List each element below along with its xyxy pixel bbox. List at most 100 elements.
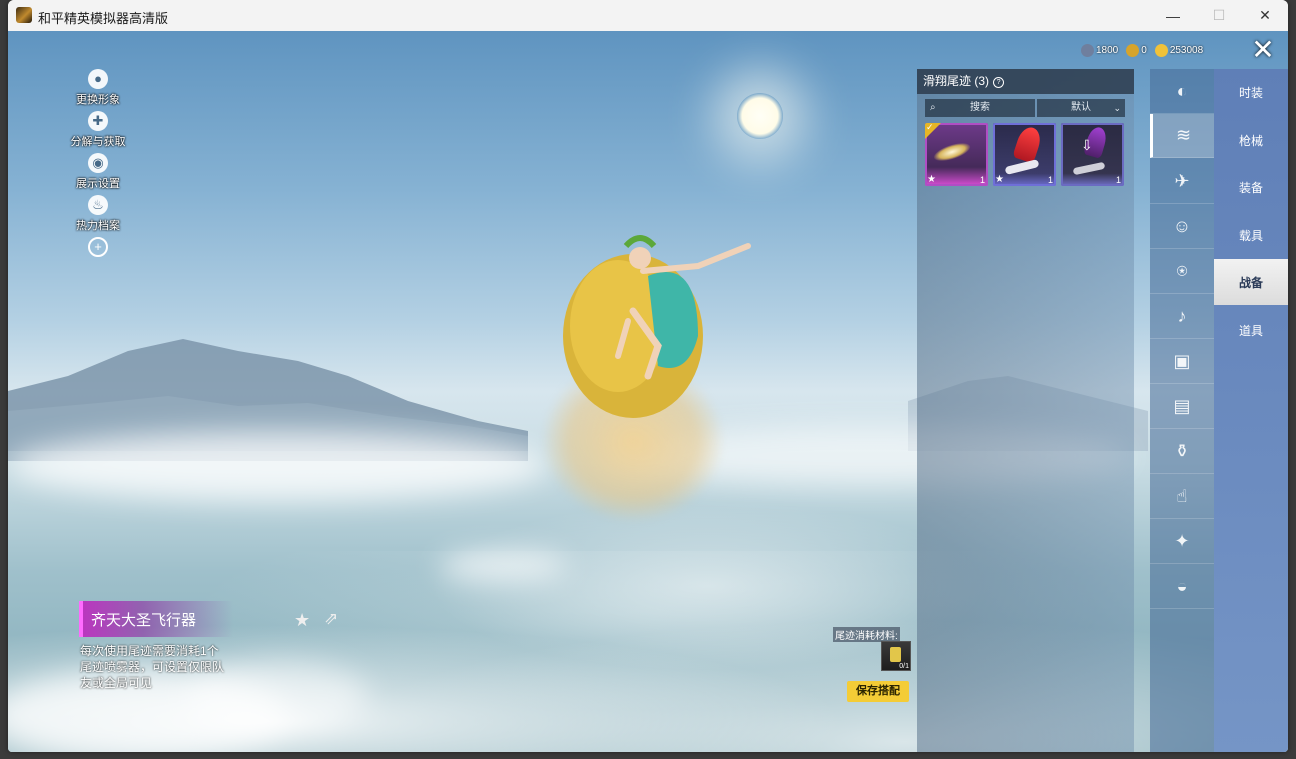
category-photo[interactable]: ▤ [1150, 384, 1214, 429]
display-settings-tool[interactable]: ◉ 展示设置 [70, 153, 126, 191]
trail-card-3[interactable]: ⇩ 1 [1061, 123, 1124, 186]
category-speaker[interactable]: ♪ [1150, 294, 1214, 339]
item-name-banner: 齐天大圣飞行器 [79, 601, 233, 637]
tool-label: 热力档案 [76, 220, 120, 232]
gem-amount: 1800 [1096, 44, 1119, 56]
tool-label: 更换形象 [76, 94, 120, 106]
puzzle-icon: ✚ [88, 111, 108, 131]
check-icon: ✓ [926, 123, 934, 132]
gem-icon [1081, 43, 1094, 57]
photo-icon: ▤ [1173, 395, 1191, 416]
close-window-button[interactable]: ✕ [1242, 0, 1288, 31]
roast-chicken-icon: ◒ [1176, 575, 1188, 596]
category-hand[interactable]: ☝ [1150, 474, 1214, 519]
coin-icon [1126, 43, 1140, 57]
tool-label: 展示设置 [76, 178, 120, 190]
star-icon: ★ [995, 174, 1004, 185]
emoji-icon: ☺ [1172, 215, 1192, 236]
tool-label: 分解与获取 [70, 136, 126, 148]
trail-thumbnail [931, 139, 973, 165]
material-label: 尾迹消耗材料: [833, 627, 900, 642]
glider-board [1004, 159, 1040, 175]
minimize-button[interactable]: — [1150, 0, 1196, 31]
tab-battle-prep[interactable]: 战备 [1214, 259, 1288, 305]
panel-title: 滑翔尾迹 (3) [923, 74, 990, 88]
tab-props[interactable]: 道具 [1214, 307, 1288, 353]
eye-icon: ◉ [88, 153, 108, 173]
item-name: 齐天大圣飞行器 [91, 612, 197, 629]
chevron-down-icon: ⌄ [1113, 103, 1121, 113]
search-placeholder: 搜索 [970, 102, 990, 113]
category-plane[interactable]: ✈ [1150, 159, 1214, 204]
share-icon[interactable]: ⇗ [324, 609, 338, 629]
trail-card-2[interactable]: ★ 1 [993, 123, 1056, 186]
robot-icon: ⍟ [1176, 260, 1188, 281]
item-count: 1 [1115, 175, 1121, 185]
question-icon[interactable]: ? [993, 77, 1005, 88]
sort-select[interactable]: 默认 ⌄ [1037, 99, 1125, 117]
tab-vehicles[interactable]: 载具 [1214, 212, 1288, 258]
trail-panel: 滑翔尾迹 (3)? ⌕ 搜索 默认 ⌄ ✓ ★ 1 ★ 1 ⇩ 1 [917, 69, 1134, 752]
trail-thumbnail [1012, 124, 1044, 164]
spray-can [890, 647, 901, 662]
zoom-in-tool[interactable]: + [70, 237, 126, 257]
character-model [563, 235, 751, 418]
main-tabs: 时装 枪械 装备 载具 战备 道具 [1214, 69, 1288, 752]
grenade-icon: ⚱ [1174, 440, 1190, 461]
filter-row: ⌕ 搜索 默认 ⌄ [925, 99, 1125, 117]
trail-spray-icon[interactable]: 0/1 [881, 641, 911, 671]
hand-icon: ☝ [1176, 485, 1188, 506]
app-icon [16, 7, 32, 23]
currency-gem: 1800 [1081, 43, 1119, 57]
close-icon[interactable]: ✕ [1248, 35, 1278, 65]
item-count: 1 [979, 175, 985, 185]
title-bar: 和平精英模拟器高清版 — ☐ ✕ [8, 0, 1288, 32]
pan-icon: ◐ [1176, 80, 1188, 101]
decompose-tool[interactable]: ✚ 分解与获取 [70, 111, 126, 149]
currency-bar: 1800 0 253008 [1081, 40, 1203, 60]
favorite-star-icon[interactable]: ★ [294, 610, 310, 631]
avatar-icon: ● [88, 69, 108, 89]
speaker-icon: ♪ [1177, 305, 1187, 326]
cloud-bank [8, 431, 548, 501]
coin-amount: 0 [1141, 44, 1147, 56]
sort-value: 默认 [1071, 102, 1091, 113]
heat-archive-tool[interactable]: ♨ 热力档案 [70, 195, 126, 233]
category-robot-face[interactable]: ▣ [1150, 339, 1214, 384]
app-window: 和平精英模拟器高清版 — ☐ ✕ ● 更换形象 ✚ 分解与获取 ◉ 展示设置 ♨… [8, 0, 1288, 752]
tab-fashion[interactable]: 时装 [1214, 69, 1288, 115]
game-viewport: ● 更换形象 ✚ 分解与获取 ◉ 展示设置 ♨ 热力档案 + 1800 0 25… [8, 31, 1288, 752]
item-count: 1 [1047, 175, 1053, 185]
close-icon: ✕ [1259, 7, 1271, 23]
category-emoji[interactable]: ☺ [1150, 204, 1214, 249]
download-icon: ⇩ [1081, 137, 1093, 153]
star-coin-amount: 253008 [1169, 44, 1204, 56]
star-icon: ★ [927, 174, 936, 185]
glider-board [1072, 161, 1106, 176]
maximize-icon: ☐ [1212, 7, 1226, 23]
item-description: 每次使用尾迹需要消耗1个尾迹喷雾器，可设置仅限队友或全局可见 [80, 644, 225, 690]
plane-icon: ✈ [1174, 170, 1190, 191]
category-glider-trail[interactable]: ≋ [1150, 114, 1214, 158]
magic-wand-icon: ✦ [1174, 530, 1190, 551]
save-outfit-button[interactable]: 保存搭配 [847, 681, 909, 702]
tab-weapons[interactable]: 枪械 [1214, 117, 1288, 163]
fire-icon: ♨ [88, 195, 108, 215]
category-bar: ◐ ≋ ✈ ☺ ⍟ ♪ ▣ ▤ ⚱ ☝ ✦ ◒ [1150, 69, 1214, 752]
window-title: 和平精英模拟器高清版 [38, 11, 169, 26]
category-pan[interactable]: ◐ [1150, 69, 1214, 114]
panel-header: 滑翔尾迹 (3)? [917, 69, 1134, 94]
currency-coin: 0 [1126, 43, 1147, 57]
category-roast-chicken[interactable]: ◒ [1150, 564, 1214, 609]
category-grenade[interactable]: ⚱ [1150, 429, 1214, 474]
tab-equipment[interactable]: 装备 [1214, 164, 1288, 210]
category-magic-wand[interactable]: ✦ [1150, 519, 1214, 564]
minimize-icon: — [1166, 7, 1180, 24]
maximize-button[interactable]: ☐ [1196, 0, 1242, 31]
change-avatar-tool[interactable]: ● 更换形象 [70, 69, 126, 107]
trail-card-1[interactable]: ✓ ★ 1 [925, 123, 988, 186]
zoom-in-icon: + [88, 237, 108, 257]
category-robot[interactable]: ⍟ [1150, 249, 1214, 294]
robot-face-icon: ▣ [1173, 350, 1191, 371]
search-input[interactable]: ⌕ 搜索 [925, 99, 1035, 117]
